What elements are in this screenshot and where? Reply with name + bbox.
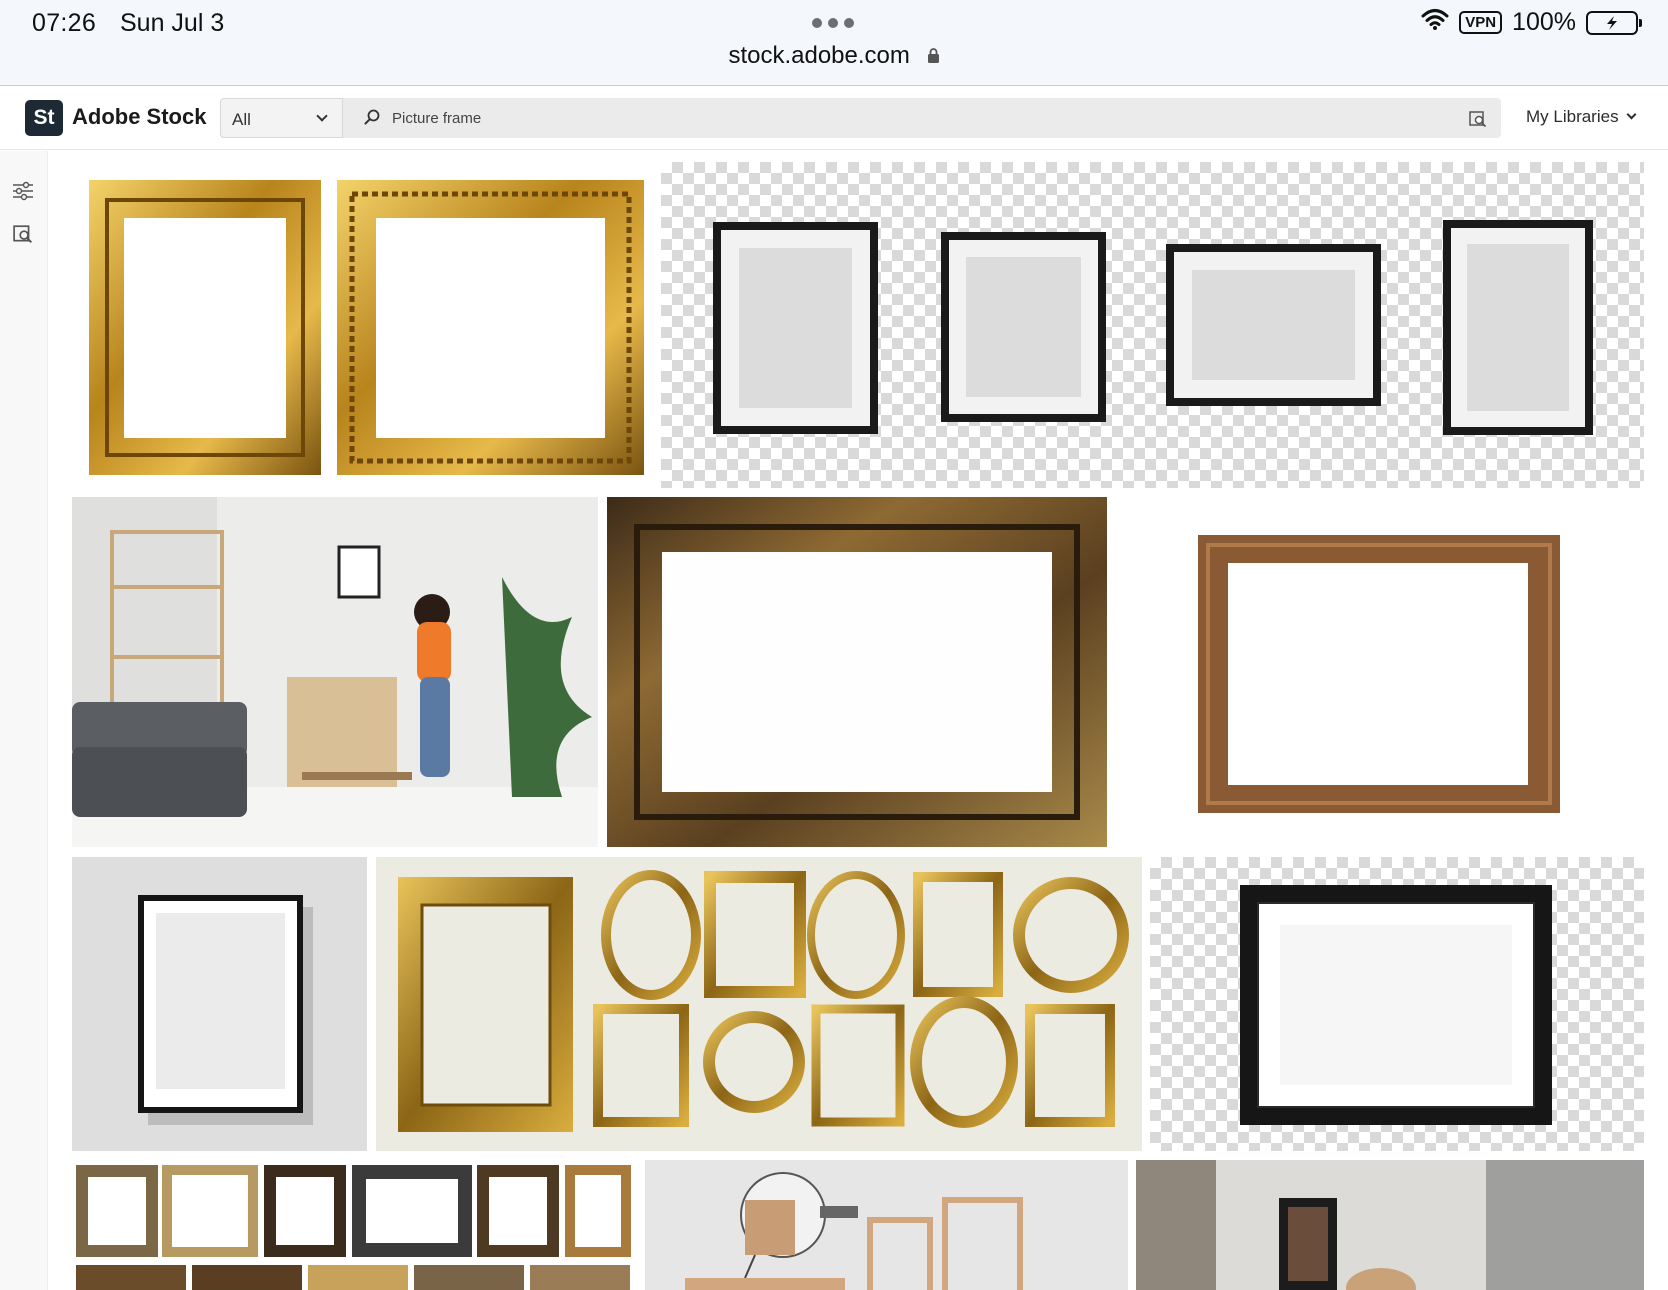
- status-indicators: VPN 100%: [1421, 8, 1638, 37]
- battery-icon: [1586, 11, 1638, 35]
- result-tile[interactable]: [72, 1160, 634, 1290]
- my-libraries-label: My Libraries: [1526, 107, 1619, 126]
- result-tile[interactable]: [1150, 857, 1644, 1151]
- category-value: All: [232, 110, 251, 129]
- black-frames-transparent-image: [661, 162, 1644, 488]
- result-tile[interactable]: [376, 857, 1142, 1151]
- address-bar[interactable]: stock.adobe.com: [0, 42, 1668, 70]
- result-tile[interactable]: [607, 497, 1107, 847]
- assorted-frames-image: [72, 1160, 634, 1290]
- left-rail: [0, 151, 48, 1290]
- results-grid: [72, 162, 1644, 1290]
- result-tile[interactable]: [1116, 497, 1644, 847]
- black-frame-transparent-image: [1150, 857, 1644, 1151]
- frames-detail-callout-image: [645, 1160, 1128, 1290]
- search-bar: All Picture frame: [220, 98, 1501, 138]
- rustic-wooden-frame-image: [607, 497, 1107, 847]
- filter-icon[interactable]: [12, 181, 34, 201]
- result-tile[interactable]: [645, 1160, 1128, 1290]
- person-hanging-frame-image: [1136, 1160, 1644, 1290]
- gold-ornate-frames-image: [72, 162, 653, 488]
- wifi-icon: [1421, 8, 1449, 37]
- visual-search-icon[interactable]: [1469, 110, 1487, 128]
- status-time: 07:26: [32, 9, 96, 38]
- multitasking-dots[interactable]: [812, 18, 854, 28]
- battery-percent: 100%: [1512, 8, 1576, 37]
- chevron-down-icon: [1626, 110, 1636, 120]
- browser-status-bar: 07:26 Sun Jul 3 stock.adobe.com VPN 100%: [0, 0, 1668, 86]
- site-header: St Adobe Stock All Picture frame My Libr…: [0, 86, 1668, 150]
- visual-search-icon[interactable]: [13, 224, 33, 244]
- url-text: stock.adobe.com: [728, 42, 909, 69]
- result-tile[interactable]: [72, 857, 367, 1151]
- result-tile[interactable]: [72, 162, 653, 488]
- result-tile[interactable]: [1136, 1160, 1644, 1290]
- woman-hanging-picture-image: [72, 497, 598, 847]
- search-icon: [364, 109, 380, 125]
- my-libraries-button[interactable]: My Libraries: [1526, 107, 1635, 127]
- result-tile[interactable]: [661, 162, 1644, 488]
- result-tile[interactable]: [72, 497, 598, 847]
- search-input[interactable]: Picture frame: [392, 110, 481, 127]
- black-frame-grey-image: [72, 857, 367, 1151]
- brand-name[interactable]: Adobe Stock: [72, 104, 206, 130]
- adobe-stock-logo[interactable]: St: [25, 100, 63, 136]
- light-wood-frame-image: [1116, 497, 1644, 847]
- lock-icon: [927, 43, 940, 60]
- status-date: Sun Jul 3: [120, 9, 224, 38]
- category-select[interactable]: All: [220, 98, 343, 138]
- vpn-badge: VPN: [1459, 11, 1502, 34]
- chevron-down-icon: [316, 110, 327, 121]
- gold-frame-collection-image: [376, 857, 1142, 1151]
